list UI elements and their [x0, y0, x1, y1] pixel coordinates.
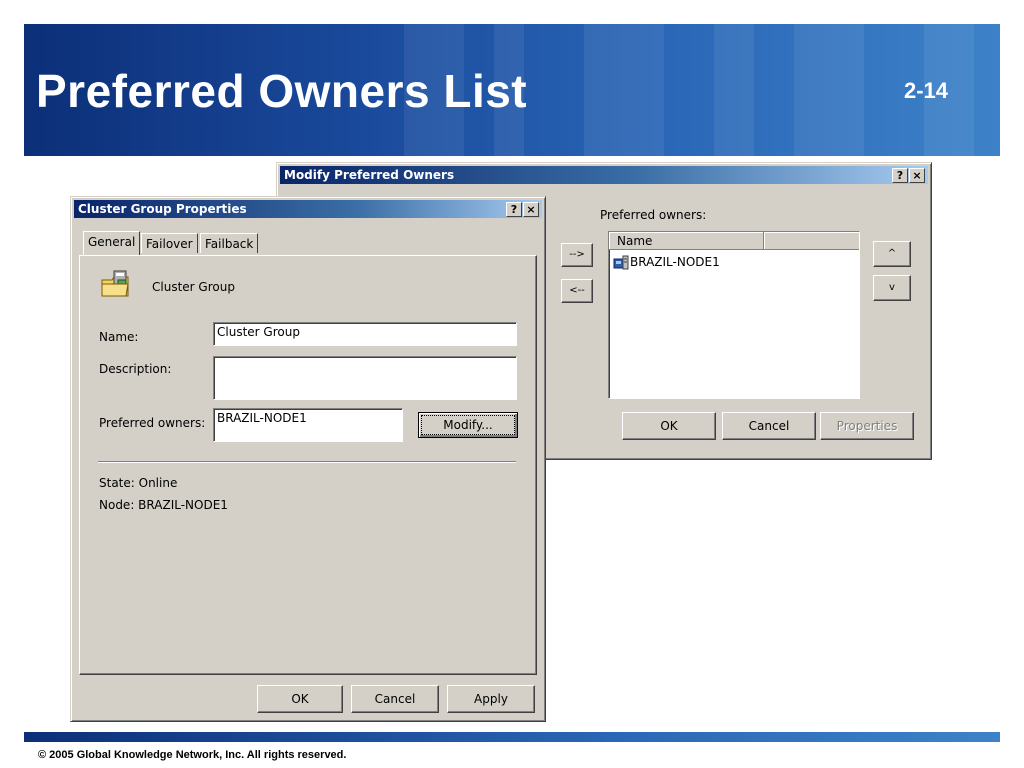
name-field[interactable]: Cluster Group [213, 322, 517, 346]
preferred-owners-label: Preferred owners: [600, 208, 707, 222]
preferred-owners-list[interactable]: Name BRAZIL-NODE1 [608, 231, 860, 399]
move-up-button[interactable]: ^ [873, 241, 911, 267]
tab-general[interactable]: General [83, 231, 141, 255]
copyright-text: © 2005 Global Knowledge Network, Inc. Al… [38, 749, 347, 761]
preferred-owners-label: Preferred owners: [99, 416, 206, 430]
footer-bar [24, 732, 1000, 742]
general-tab-panel: Cluster Group Name: Cluster Group Descri… [79, 255, 537, 675]
state-text: State: Online [99, 476, 178, 490]
name-label: Name: [99, 330, 139, 344]
remove-owner-button[interactable]: <-- [561, 279, 593, 303]
modify-dialog-title: Modify Preferred Owners [284, 168, 455, 182]
properties-button[interactable]: Properties [820, 412, 914, 440]
modify-button[interactable]: Modify... [418, 412, 518, 438]
tab-failback[interactable]: Failback [200, 233, 259, 253]
add-owner-button[interactable]: --> [561, 243, 593, 267]
close-icon[interactable]: × [909, 168, 925, 183]
slide-header-banner: Preferred Owners List 2-14 [24, 24, 1000, 156]
help-icon[interactable]: ? [892, 168, 908, 183]
apply-button[interactable]: Apply [447, 685, 535, 713]
description-field[interactable] [213, 356, 517, 400]
cluster-group-icon [101, 270, 129, 297]
list-column-2[interactable] [764, 232, 859, 250]
server-icon [613, 255, 629, 270]
slide-title: Preferred Owners List [36, 65, 528, 117]
props-dialog-title: Cluster Group Properties [78, 202, 247, 216]
tab-strip: General Failover Failback [79, 225, 539, 257]
cancel-button[interactable]: Cancel [351, 685, 439, 713]
cluster-group-properties-dialog: Cluster Group Properties ? × General Fai… [70, 196, 546, 722]
props-dialog-titlebar[interactable]: Cluster Group Properties ? × [74, 200, 542, 218]
node-text: Node: BRAZIL-NODE1 [99, 498, 228, 512]
move-down-button[interactable]: v [873, 275, 911, 301]
preferred-owners-field[interactable]: BRAZIL-NODE1 [213, 408, 403, 442]
group-name-label: Cluster Group [152, 280, 235, 294]
ok-button[interactable]: OK [257, 685, 343, 713]
list-item-label: BRAZIL-NODE1 [630, 255, 720, 269]
list-column-name[interactable]: Name [609, 232, 764, 250]
divider [98, 461, 516, 463]
list-item[interactable]: BRAZIL-NODE1 [613, 254, 720, 270]
cancel-button[interactable]: Cancel [722, 412, 816, 440]
ok-button[interactable]: OK [622, 412, 716, 440]
slide-page-number: 2-14 [904, 78, 949, 103]
help-icon[interactable]: ? [506, 202, 522, 217]
tab-failover[interactable]: Failover [141, 233, 198, 253]
modify-dialog-titlebar[interactable]: Modify Preferred Owners ? × [280, 166, 928, 184]
description-label: Description: [99, 362, 172, 376]
close-icon[interactable]: × [523, 202, 539, 217]
